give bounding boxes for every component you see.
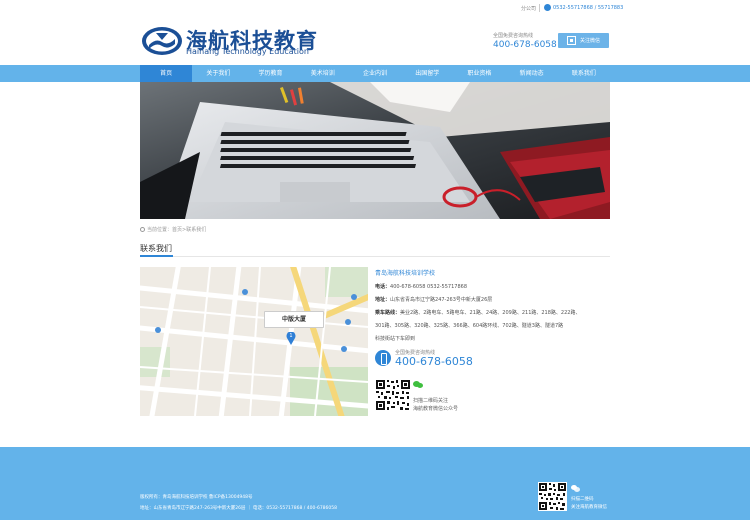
scan-hint: 扫描二维码关注 海航教育微信公众号: [413, 397, 458, 413]
bus-label: 乘车路线：: [375, 310, 401, 316]
follow-button-label: 关注微信: [580, 38, 601, 44]
nav-item-qualification[interactable]: 职业资格: [453, 65, 505, 82]
bus-line-3: 科技街站下车即到: [375, 336, 416, 342]
divider: [539, 4, 540, 12]
header-hotline: 全国免费咨询热线 400-678-6058: [493, 32, 557, 50]
address-value: 山东省青岛市辽宁路247-263号中新大厦26层: [390, 297, 493, 303]
breadcrumb: 当前位置：首页>联系我们: [140, 226, 206, 233]
contact-info: 青岛海航科技培训学校 电话：400-678-6058 0532-55717868…: [375, 268, 610, 346]
scan-hint-line-2: 海航教育微信公众号: [413, 406, 459, 412]
nav-item-news[interactable]: 新闻动态: [506, 65, 558, 82]
contact-hotline: 全国免费咨询热线 400-678-6058: [375, 349, 495, 369]
wechat-qr-code: [375, 379, 411, 411]
top-phone-numbers: 0532-55717868 / 55717883: [553, 5, 624, 11]
site-footer: 版权所有：青岛海航科技培训学校 鲁ICP备13004948号 地址：山东省青岛市…: [0, 447, 750, 520]
footer-qr-code: [538, 482, 567, 511]
map-marker-number: 1: [289, 333, 293, 339]
location-pin-icon: [140, 227, 145, 232]
nav-item-abroad[interactable]: 出国留学: [401, 65, 453, 82]
hotline-number: 400-678-6058: [493, 40, 557, 50]
nav-item-contact[interactable]: 联系我们: [558, 65, 610, 82]
qr-code-icon: [567, 36, 576, 45]
school-name: 青岛海航科技培训学校: [375, 270, 436, 277]
footer-scan-hint: 扫描二维码 关注海航教育微信: [571, 496, 607, 512]
contact-bus-row: 乘车路线：美业2路、2路电车、5路电车、21路、24路、209路、211路、21…: [375, 307, 610, 320]
phone-icon: [375, 350, 391, 366]
phone-label: 电话：: [375, 284, 391, 290]
top-utility-bar: 分公司 0532-55717868 / 55717883: [0, 0, 750, 16]
nav-item-corporate[interactable]: 企业内训: [349, 65, 401, 82]
location-map[interactable]: 中版大厦 1: [140, 267, 368, 416]
footer-copyright: 版权所有：青岛海航科技培训学校 鲁ICP备13004948号: [140, 495, 253, 500]
breadcrumb-text[interactable]: 当前位置：首页>联系我们: [147, 227, 206, 233]
footer-wechat-icon: [571, 485, 580, 492]
bus-line-2: 301路、305路、320路、325路、366路、604路环线、702路、隧道3…: [375, 323, 564, 329]
site-logo[interactable]: 海航科技教育 Haihang Technology Education: [140, 25, 320, 59]
contact-phone-row: 电话：400-678-6058 0532-55717868: [375, 281, 610, 294]
phone-value: 400-678-6058 0532-55717868: [390, 284, 468, 290]
main-nav: 首页 关于我们 学历教育 美术培训 企业内训 出国留学 职业资格 新闻动态 联系…: [0, 65, 750, 82]
footer-address: 地址：山东省青岛市辽宁路247-263号中新大厦26层 ｜ 电话：0532-55…: [140, 506, 337, 511]
address-label: 地址：: [375, 297, 391, 303]
map-label: 中版大厦: [264, 311, 324, 328]
bus-line-1: 美业2路、2路电车、5路电车、21路、24路、209路、211路、218路、22…: [400, 310, 581, 316]
phone-icon: [544, 4, 551, 11]
nav-item-home[interactable]: 首页: [140, 65, 193, 82]
contact-hotline-number: 400-678-6058: [395, 355, 473, 368]
logo-subtitle: Haihang Technology Education: [186, 47, 309, 56]
nav-item-art[interactable]: 美术培训: [297, 65, 349, 82]
logo-emblem-icon: [142, 27, 182, 55]
banner-image: [140, 82, 610, 219]
hotline-label: 全国免费咨询热线: [493, 33, 534, 39]
section-title: 联系我们: [140, 244, 172, 253]
branch-link[interactable]: 分公司: [521, 5, 536, 12]
nav-item-about[interactable]: 关于我们: [192, 65, 244, 82]
scan-hint-line-1: 扫描二维码关注: [413, 398, 449, 404]
map-marker-icon[interactable]: 1: [286, 331, 296, 345]
footer-scan-line-1: 扫描二维码: [571, 497, 594, 502]
follow-wechat-button[interactable]: 关注微信: [558, 33, 609, 48]
nav-item-degree[interactable]: 学历教育: [244, 65, 296, 82]
contact-address-row: 地址：山东省青岛市辽宁路247-263号中新大厦26层: [375, 294, 610, 307]
footer-scan-line-2: 关注海航教育微信: [571, 505, 607, 510]
section-divider: [140, 255, 610, 257]
wechat-icon: [413, 381, 423, 389]
